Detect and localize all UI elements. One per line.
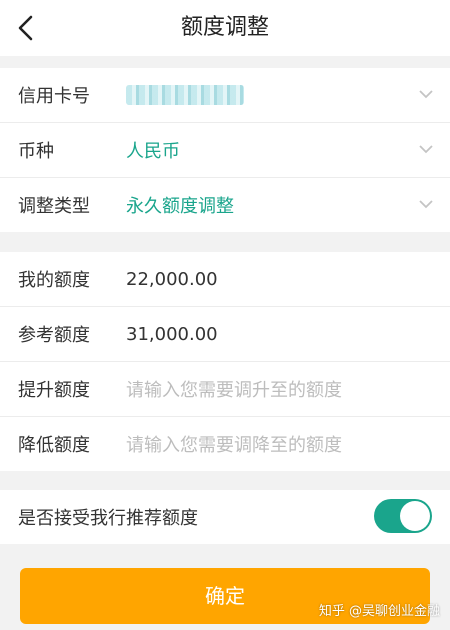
card-number-value — [126, 85, 244, 105]
raise-limit-label: 提升额度 — [18, 380, 90, 401]
lower-limit-label: 降低额度 — [18, 435, 90, 456]
toggle-knob — [400, 501, 430, 531]
adjust-type-value: 永久额度调整 — [126, 196, 234, 217]
recommend-section: 是否接受我行推荐额度 — [0, 490, 450, 544]
currency-value: 人民币 — [126, 141, 180, 162]
lower-limit-input[interactable]: 请输入您需要调降至的额度 — [126, 431, 342, 457]
my-limit-row: 我的额度 22,000.00 — [0, 252, 450, 307]
recommend-toggle[interactable] — [374, 499, 432, 533]
app-header: 额度调整 — [0, 0, 450, 56]
currency-label: 币种 — [18, 141, 54, 162]
raise-limit-input[interactable]: 请输入您需要调升至的额度 — [126, 376, 342, 402]
ref-limit-row: 参考额度 31,000.00 — [0, 307, 450, 362]
limit-section: 我的额度 22,000.00 参考额度 31,000.00 提升额度 请输入您需… — [0, 252, 450, 471]
chevron-down-icon — [419, 90, 433, 99]
my-limit-label: 我的额度 — [18, 270, 90, 291]
recommend-label: 是否接受我行推荐额度 — [18, 508, 198, 529]
lower-limit-row[interactable]: 降低额度 请输入您需要调降至的额度 — [0, 417, 450, 471]
adjust-type-label: 调整类型 — [18, 196, 90, 217]
card-number-label: 信用卡号 — [18, 86, 90, 107]
adjust-type-row[interactable]: 调整类型 永久额度调整 — [0, 178, 450, 232]
card-number-row[interactable]: 信用卡号 — [0, 68, 450, 123]
raise-limit-row[interactable]: 提升额度 请输入您需要调升至的额度 — [0, 362, 450, 417]
page-title: 额度调整 — [180, 15, 269, 40]
chevron-down-icon — [419, 145, 433, 154]
ref-limit-label: 参考额度 — [18, 325, 90, 346]
ref-limit-value: 31,000.00 — [126, 323, 218, 345]
watermark: 知乎 @吴聊创业金融 — [318, 604, 440, 619]
recommend-row: 是否接受我行推荐额度 — [0, 490, 450, 544]
currency-row[interactable]: 币种 人民币 — [0, 123, 450, 178]
chevron-down-icon — [419, 200, 433, 209]
card-info-section: 信用卡号 币种 人民币 调整类型 永久额度调整 — [0, 68, 450, 232]
my-limit-value: 22,000.00 — [126, 268, 218, 290]
